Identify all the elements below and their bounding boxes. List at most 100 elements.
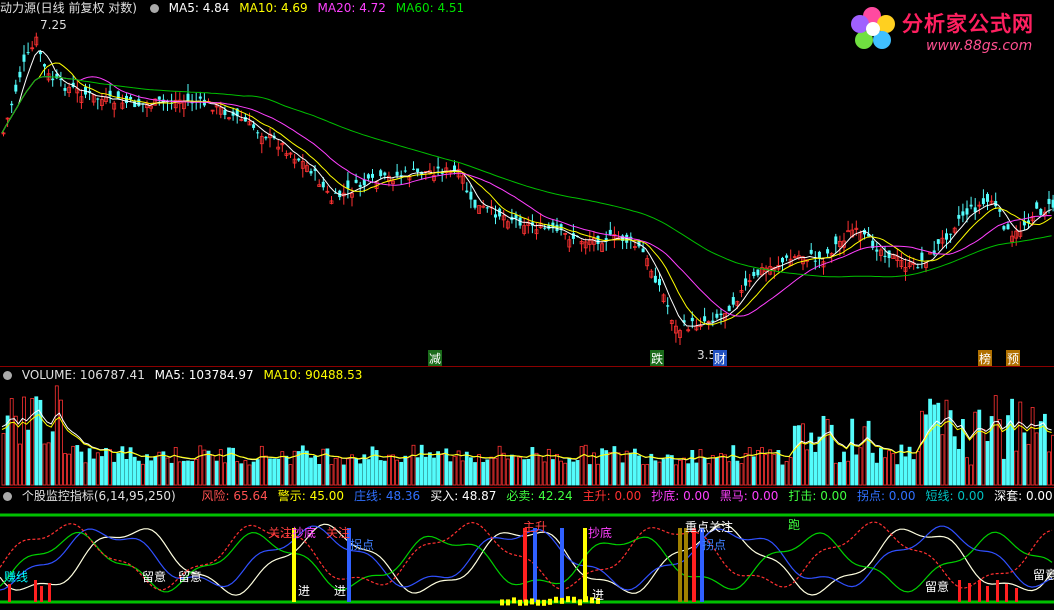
volume-bar [1030, 407, 1035, 486]
volume-bar [940, 434, 945, 486]
volume-bar [805, 449, 809, 486]
candle [940, 230, 945, 249]
candle [259, 132, 264, 154]
candle [1018, 221, 1023, 239]
volume-bar [1022, 432, 1027, 486]
candle [284, 150, 289, 159]
event-marker-cai[interactable]: 财 [713, 350, 728, 366]
volume-bar [317, 464, 322, 486]
vol-ma5-readout: MA5: 103784.97 [154, 368, 254, 382]
volume-bar [83, 462, 88, 486]
candle [362, 172, 366, 193]
volume-bar [419, 444, 424, 486]
volume-bar [169, 462, 174, 486]
volume-bar [329, 464, 334, 486]
volume-bar [481, 461, 486, 486]
candle [22, 45, 26, 72]
volume-bar [874, 462, 879, 486]
candle [465, 182, 469, 194]
volume-bar [690, 450, 695, 486]
candle [325, 185, 330, 194]
volume-bar [370, 446, 375, 486]
volume-bar [497, 445, 502, 486]
volume-bar [399, 461, 404, 486]
candle [653, 267, 657, 284]
candle [994, 192, 998, 209]
candle [785, 253, 789, 262]
volume-bar [1002, 458, 1006, 486]
signal-bar [512, 597, 516, 604]
signal-bar [566, 596, 570, 603]
indicator-pane[interactable]: 个股监控指标(6,14,95,250) 风险: 65.64 警示: 45.00 庄线… [0, 488, 1054, 610]
indicator-header: 个股监控指标(6,14,95,250) 风险: 65.64 警示: 45.00 庄线… [0, 488, 1054, 504]
event-marker-bang[interactable]: 榜 [978, 350, 993, 366]
volume-bar [268, 458, 272, 486]
indicator-readout: 买入: 48.87 [430, 489, 497, 503]
signal-label: 进 [592, 588, 605, 602]
signal-bar [530, 598, 534, 605]
event-marker-jian[interactable]: 减 [428, 350, 443, 366]
volume-bar [633, 448, 637, 486]
volume-pane[interactable]: VOLUME: 106787.41 MA5: 103784.97 MA10: 9… [0, 367, 1054, 487]
volume-bar [30, 398, 35, 486]
volume-bar [140, 463, 145, 486]
volume-bar [362, 454, 367, 486]
candle [79, 89, 84, 109]
volume-bar [288, 464, 293, 486]
settings-dot-icon[interactable] [3, 492, 12, 501]
volume-bar [456, 450, 461, 486]
volume-bar [345, 458, 350, 486]
volume-bar [489, 456, 494, 486]
signal-label: 主升 [523, 520, 548, 534]
volume-bar [776, 450, 781, 486]
volume-bar [764, 454, 768, 486]
volume-bar [386, 454, 391, 486]
settings-dot-icon[interactable] [149, 4, 159, 13]
volume-bar [797, 425, 801, 486]
volume-bar [596, 463, 600, 486]
ma60-readout: MA60: 4.51 [395, 1, 465, 15]
volume-chart[interactable] [0, 367, 1054, 487]
volume-bar [382, 460, 387, 486]
volume-bar [186, 460, 190, 486]
event-marker-yu[interactable]: 预 [1006, 350, 1021, 366]
candle [969, 196, 973, 210]
candle [473, 199, 477, 210]
volume-bar [924, 414, 928, 486]
volume-bar [366, 459, 371, 486]
volume-bar [477, 454, 482, 486]
price-header: 动力源(日线 前复权 对数) MA5: 4.84 MA10: 4.69 MA20… [0, 0, 470, 16]
volume-bar [792, 425, 797, 486]
volume-bar [600, 448, 604, 486]
signal-label: 留意 [925, 580, 950, 594]
candle [669, 319, 674, 331]
volume-bar [825, 418, 830, 486]
vol-ma10-readout: MA10: 90488.53 [263, 368, 363, 382]
volume-bar [526, 458, 531, 486]
volume-bar [145, 454, 149, 486]
settings-dot-icon[interactable] [3, 371, 12, 380]
volume-bar [79, 451, 84, 486]
candle [986, 192, 989, 211]
volume-bar [116, 453, 121, 486]
volume-bar [862, 426, 867, 486]
price-pane[interactable]: 动力源(日线 前复权 对数) MA5: 4.84 MA10: 4.69 MA20… [0, 0, 1054, 366]
signal-label: 跑 [788, 518, 801, 532]
candle [625, 232, 629, 250]
signal-bar [958, 580, 961, 602]
high-price-label: 7.25 [40, 18, 67, 32]
candle [403, 166, 407, 173]
volume-bar [222, 462, 227, 486]
candle [453, 160, 456, 175]
volume-bar [518, 457, 522, 486]
event-marker-die[interactable]: 跌 [650, 350, 665, 366]
candle [379, 168, 383, 180]
volume-bar [727, 461, 732, 486]
indicator-chart[interactable] [0, 488, 1054, 610]
volume-bar [157, 451, 162, 486]
volume-bar [780, 464, 785, 486]
candle [686, 326, 691, 333]
volume-bar [493, 457, 498, 486]
volume-bar [46, 442, 51, 486]
candle [186, 83, 190, 107]
